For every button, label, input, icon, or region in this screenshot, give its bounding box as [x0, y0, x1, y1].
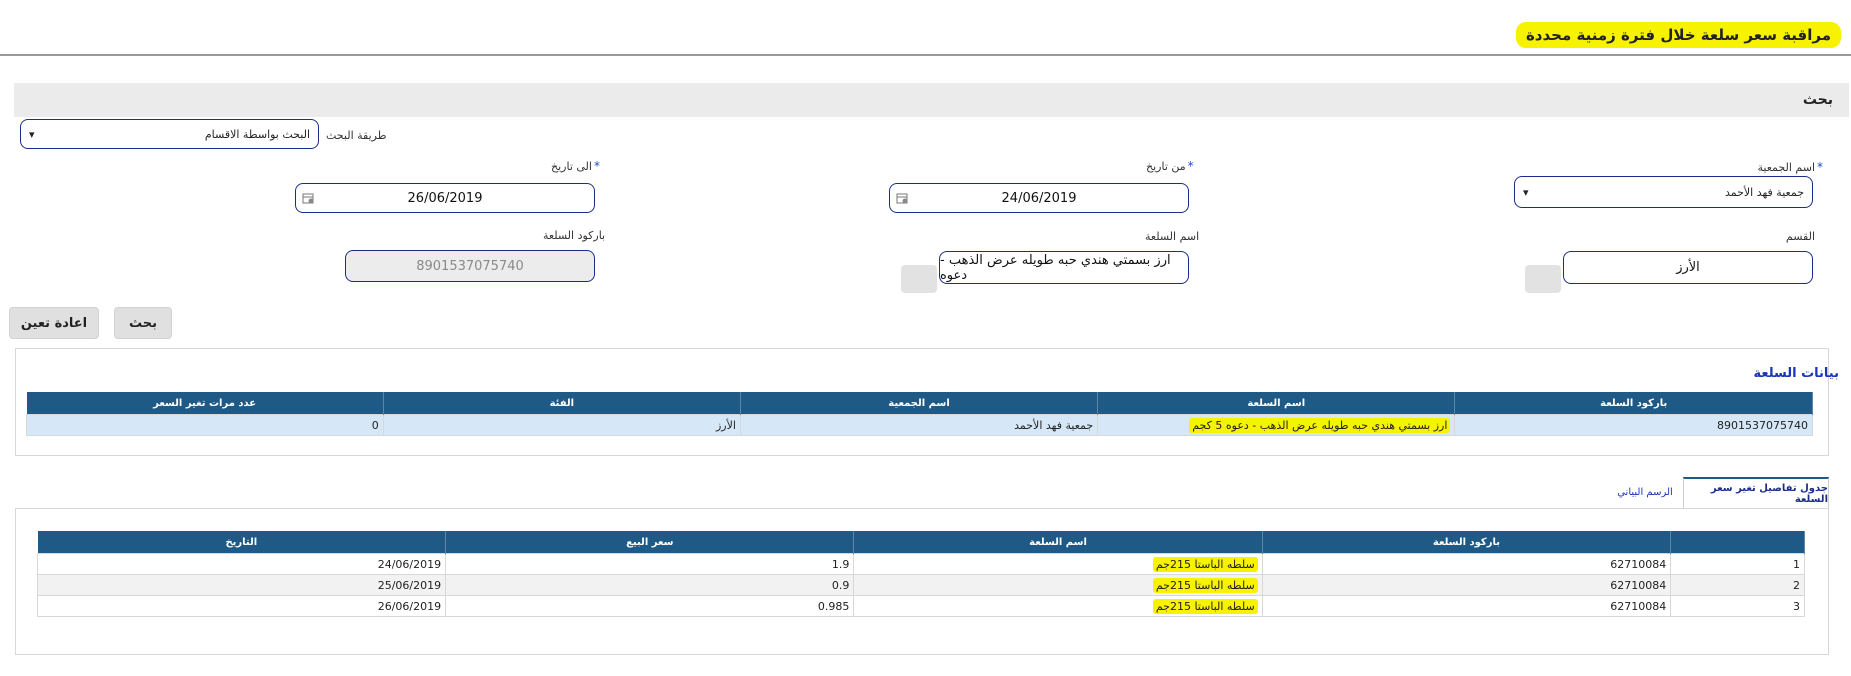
tab-price-details[interactable]: جدول تفاصيل تغير سعر السلعة: [1683, 477, 1829, 509]
barcode-label: باركود السلعة: [543, 229, 606, 242]
page-title: مراقبة سعر سلعة خلال فترة زمنية محددة: [1515, 22, 1841, 48]
product-lookup-button[interactable]: [901, 265, 937, 293]
table-row[interactable]: 1 62710084 سلطه الباستا 215جم 1.9 24/06/…: [36, 553, 1805, 575]
product-name-input[interactable]: ارز بسمتي هندي حبه طويله عرض الذهب - دعو…: [939, 251, 1189, 284]
product-name-cell: سلطه الباستا 215جم: [853, 595, 1263, 617]
product-name-highlight: سلطه الباستا 215جم: [1152, 556, 1258, 572]
category-cell: الأرز: [382, 414, 741, 436]
product-name-highlight: سلطه الباستا 215جم: [1152, 598, 1258, 614]
column-header: الفئة: [383, 392, 741, 415]
product-name-cell: سلطه الباستا 215جم: [853, 574, 1263, 596]
barcode-value: 8901537075740: [416, 258, 524, 274]
price-change-count-cell: 0: [26, 414, 384, 436]
product-name-cell: ارز بسمتي هندي حبه طويله عرض الذهب - دعو…: [1097, 414, 1456, 436]
row-number-cell: 3: [1670, 595, 1805, 617]
barcode-cell: 62710084: [1261, 574, 1672, 596]
date-cell: 24/06/2019: [36, 553, 447, 575]
to-date-value: 26/06/2019: [407, 190, 483, 206]
column-header: [1670, 531, 1805, 554]
from-date-label: *من تاريخ: [1146, 159, 1194, 173]
table-header-row: باركود السلعة اسم السلعة اسم الجمعية الف…: [26, 392, 1813, 415]
column-header: اسم الجمعية: [740, 392, 1099, 415]
category-input[interactable]: الأرز: [1563, 251, 1813, 284]
barcode-cell: 8901537075740: [1454, 414, 1813, 436]
table-row[interactable]: 8901537075740 ارز بسمتي هندي حبه طويله ع…: [26, 414, 1813, 436]
price-details-table: باركود السلعة اسم السلعة سعر البيع التار…: [36, 531, 1805, 617]
column-header: التاريخ: [37, 531, 447, 554]
column-header: باركود السلعة: [1262, 531, 1672, 554]
table-row[interactable]: 2 62710084 سلطه الباستا 215جم 0.9 25/06/…: [36, 574, 1805, 596]
search-method-select[interactable]: البحث بواسطة الاقسام ▾: [20, 119, 319, 149]
product-name-label: اسم السلعة: [1145, 230, 1200, 243]
tab-chart[interactable]: الرسم البياني: [1610, 477, 1680, 507]
category-lookup-button[interactable]: [1525, 265, 1561, 293]
society-select[interactable]: جمعية فهد الأحمد ▾: [1514, 176, 1813, 208]
column-header: سعر البيع: [445, 531, 855, 554]
category-value: الأرز: [1676, 260, 1700, 275]
search-section-header: [14, 83, 1849, 117]
row-number-cell: 2: [1670, 574, 1805, 596]
barcode-input: 8901537075740: [345, 250, 595, 282]
date-cell: 25/06/2019: [36, 574, 447, 596]
society-label: *اسم الجمعية: [1757, 160, 1823, 174]
search-button[interactable]: بحث: [114, 307, 172, 339]
title-divider: [0, 54, 1851, 56]
chevron-down-icon: ▾: [1523, 185, 1529, 199]
required-mark: *: [593, 159, 600, 173]
calendar-icon[interactable]: [896, 192, 908, 204]
from-date-input[interactable]: 24/06/2019: [889, 183, 1189, 213]
to-date-input[interactable]: 26/06/2019: [295, 183, 595, 213]
product-name-value: ارز بسمتي هندي حبه طويله عرض الذهب - دعو…: [940, 252, 1171, 283]
category-label: القسم: [1785, 230, 1815, 243]
required-mark: *: [1817, 160, 1823, 174]
barcode-cell: 62710084: [1261, 595, 1672, 617]
search-method-value: البحث بواسطة الاقسام: [204, 127, 310, 141]
product-name-highlight: ارز بسمتي هندي حبه طويله عرض الذهب - دعو…: [1189, 417, 1451, 433]
product-data-table: باركود السلعة اسم السلعة اسم الجمعية الف…: [26, 392, 1813, 436]
search-section-title: بحث: [1802, 92, 1833, 108]
product-name-highlight: سلطه الباستا 215جم: [1152, 577, 1258, 593]
calendar-icon[interactable]: [302, 192, 314, 204]
price-cell: 1.9: [445, 553, 855, 575]
date-cell: 26/06/2019: [36, 595, 447, 617]
row-number-cell: 1: [1670, 553, 1805, 575]
barcode-cell: 62710084: [1261, 553, 1672, 575]
column-header: اسم السلعة: [853, 531, 1263, 554]
society-value: جمعية فهد الأحمد: [1724, 185, 1804, 199]
table-row[interactable]: 3 62710084 سلطه الباستا 215جم 0.985 26/0…: [36, 595, 1805, 617]
column-header: اسم السلعة: [1097, 392, 1456, 415]
product-data-title: بيانات السلعة: [1753, 366, 1839, 381]
price-cell: 0.9: [445, 574, 855, 596]
society-cell: جمعية فهد الأحمد: [739, 414, 1099, 436]
from-date-value: 24/06/2019: [1001, 190, 1077, 206]
chevron-down-icon: ▾: [29, 127, 35, 141]
search-method-label: طريقة البحث: [326, 129, 387, 142]
required-mark: *: [1187, 159, 1194, 173]
column-header: باركود السلعة: [1454, 392, 1813, 415]
table-header-row: باركود السلعة اسم السلعة سعر البيع التار…: [37, 531, 1805, 554]
product-name-cell: سلطه الباستا 215جم: [853, 553, 1263, 575]
price-cell: 0.985: [445, 595, 855, 617]
column-header: عدد مرات تغير السعر: [26, 392, 384, 415]
reset-button[interactable]: اعادة تعين: [9, 307, 99, 339]
to-date-label: *الى تاريخ: [551, 159, 600, 173]
